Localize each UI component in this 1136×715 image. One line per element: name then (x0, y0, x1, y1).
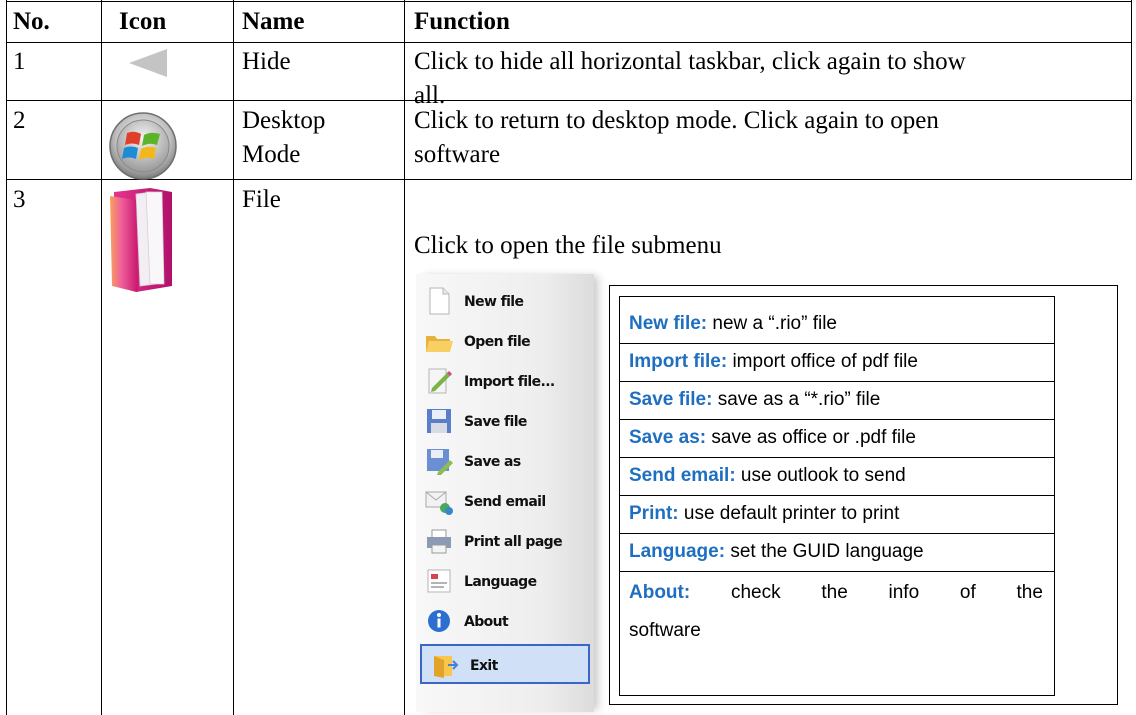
menu-item-label: New file (464, 294, 524, 310)
language-icon (427, 569, 451, 593)
description-term: New file: (629, 313, 708, 334)
row-1-function-line1: Click to hide all horizontal taskbar, cl… (414, 48, 966, 75)
file-submenu: New file Open file Import file... Save f… (416, 274, 594, 712)
description-word: the (1016, 582, 1043, 603)
row-2-function-line2: software (414, 141, 501, 168)
menu-item-open-file[interactable]: Open file (416, 322, 594, 362)
description-row: Print: use default printer to print (619, 495, 1055, 533)
table-border-left (6, 0, 7, 715)
table-row-divider (6, 100, 1132, 101)
header-icon: Icon (119, 8, 167, 35)
description-text: import office of pdf file (727, 351, 918, 372)
new-file-icon (429, 287, 450, 315)
description-term: Import file: (629, 351, 728, 372)
menu-item-label: Language (464, 574, 537, 590)
row-2-function-line1: Click to return to desktop mode. Click a… (414, 107, 939, 134)
info-icon (428, 610, 450, 632)
menu-item-label: Import file... (464, 374, 555, 390)
description-text: save as a “*.rio” file (712, 389, 881, 410)
description-term: Send email: (629, 465, 736, 486)
description-text: save as office or .pdf file (706, 427, 916, 448)
row-3-name: File (242, 186, 281, 213)
table-col-divider (101, 0, 102, 715)
row-1-name: Hide (242, 48, 291, 75)
row-2-no: 2 (13, 107, 26, 134)
about-description-line2: software (629, 620, 701, 641)
floppy-icon (427, 409, 451, 433)
description-row: Send email: use outlook to send (619, 457, 1055, 495)
menu-item-save-file[interactable]: Save file (416, 402, 594, 442)
table-col-divider (404, 0, 405, 715)
menu-item-label: About (464, 614, 509, 630)
menu-item-exit[interactable]: Exit (420, 644, 590, 684)
table-border-right (1131, 0, 1132, 180)
menu-item-import-file[interactable]: Import file... (416, 362, 594, 402)
open-folder-icon (426, 336, 453, 352)
description-row: Save file: save as a “*.rio” file (619, 381, 1055, 419)
import-icon (428, 368, 453, 394)
description-text: set the GUID language (725, 541, 924, 562)
row-1-no: 1 (13, 48, 26, 75)
table-col-divider (233, 0, 234, 715)
folder-icon (110, 188, 172, 292)
menu-item-label: Send email (464, 494, 546, 510)
row-2-name-line2: Mode (242, 141, 301, 168)
description-row: Language: set the GUID language (619, 533, 1055, 571)
description-term: Language: (629, 541, 726, 562)
description-row: New file: new a “.rio” file (619, 306, 1055, 342)
header-no: No. (13, 8, 50, 35)
menu-item-label: Save file (464, 414, 527, 430)
description-term: Save as: (629, 427, 707, 448)
header-function: Function (414, 8, 510, 35)
row-3-no: 3 (13, 186, 26, 213)
triangle-left-icon (129, 49, 167, 77)
menu-item-language[interactable]: Language (416, 562, 594, 602)
menu-item-print-all-page[interactable]: Print all page (416, 522, 594, 562)
description-word: the (821, 582, 848, 603)
email-icon (425, 491, 453, 515)
menu-item-save-as[interactable]: Save as (416, 442, 594, 482)
row-3-function-line1: Click to open the file submenu (414, 232, 722, 259)
description-text: use default printer to print (678, 503, 900, 524)
description-term: About: (629, 582, 691, 603)
menu-item-label: Open file (464, 334, 531, 350)
description-term: Save file: (629, 389, 713, 410)
exit-icon (434, 656, 459, 678)
windows-orb-icon (109, 112, 177, 180)
description-term: Print: (629, 503, 679, 524)
table-border-top (6, 1, 1132, 2)
printer-icon (427, 529, 451, 554)
description-word: info (888, 582, 920, 603)
table-header-divider (6, 42, 1132, 43)
save-as-icon (427, 449, 453, 475)
menu-item-new-file[interactable]: New file (416, 282, 594, 322)
header-name: Name (242, 8, 305, 35)
description-word: check (730, 582, 781, 603)
menu-item-label: Save as (464, 454, 521, 470)
menu-item-about[interactable]: About (416, 602, 594, 642)
description-text: use outlook to send (735, 465, 906, 486)
menu-item-label: Exit (470, 658, 498, 674)
description-word: of (959, 582, 976, 603)
menu-item-label: Print all page (464, 534, 563, 550)
about-description-line1: About: check the info of the (629, 575, 1043, 611)
description-row: Save as: save as office or .pdf file (619, 419, 1055, 457)
description-text: new a “.rio” file (707, 313, 837, 334)
menu-item-send-email[interactable]: Send email (416, 482, 594, 522)
description-row: Import file: import office of pdf file (619, 343, 1055, 381)
row-2-name-line1: Desktop (242, 107, 326, 134)
